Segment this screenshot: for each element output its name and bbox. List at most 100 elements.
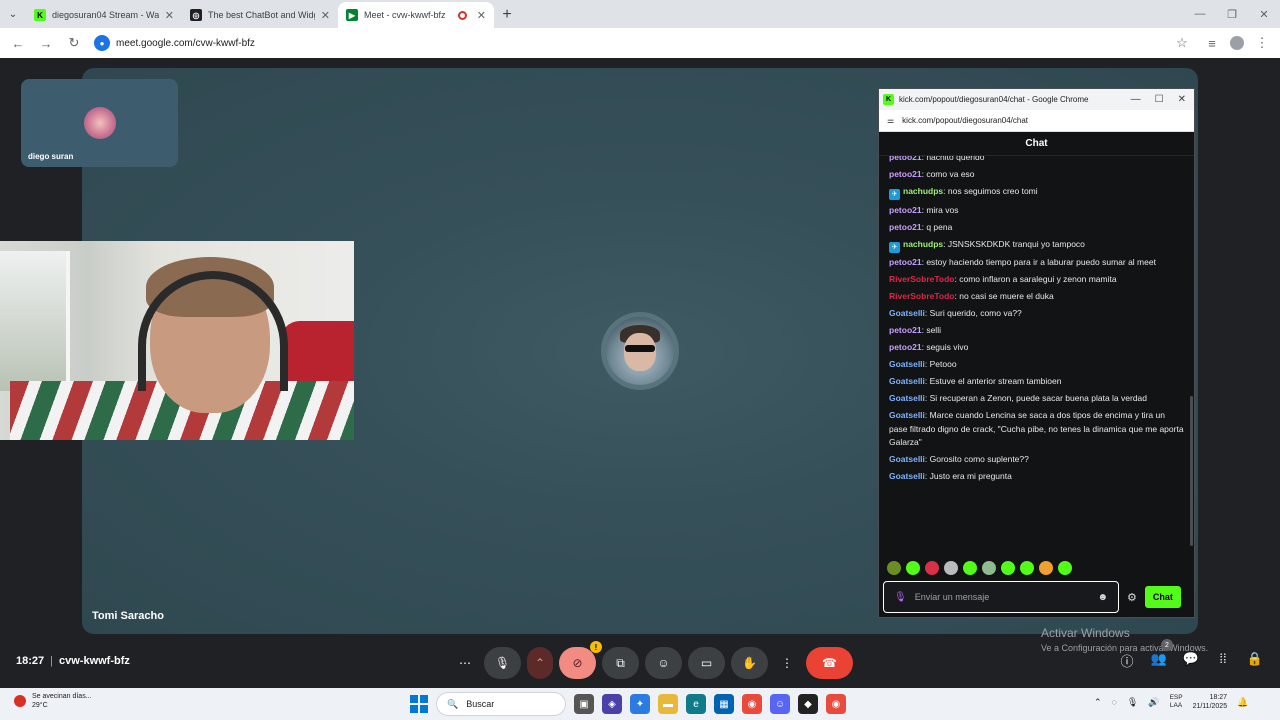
- minimize-icon[interactable]: —: [1131, 94, 1141, 105]
- restore-icon[interactable]: ❐: [1216, 8, 1248, 21]
- chat-settings-gear-icon[interactable]: ⚙: [1127, 591, 1137, 604]
- taskbar-search[interactable]: 🔍 Buscar: [436, 692, 566, 716]
- chat-username[interactable]: petoo21: [889, 222, 922, 232]
- chat-message-input[interactable]: 🎙 Enviar un mensaje ☻: [883, 581, 1119, 613]
- app-icon[interactable]: ◆: [798, 694, 818, 714]
- chat-message-list: petoo21: nachito querido petoo21: como va…: [879, 156, 1194, 559]
- emote-icon[interactable]: [1001, 561, 1015, 575]
- chat-username[interactable]: petoo21: [889, 205, 922, 215]
- emote-icon[interactable]: [944, 561, 958, 575]
- chat-username[interactable]: petoo21: [889, 156, 922, 162]
- emote-icon[interactable]: [925, 561, 939, 575]
- notifications-bell-icon[interactable]: 🔔: [1237, 697, 1248, 708]
- chat-username[interactable]: nachudps: [903, 186, 943, 196]
- visual-studio-icon[interactable]: ◈: [602, 694, 622, 714]
- chat-username[interactable]: Goatselli: [889, 308, 925, 318]
- emote-icon[interactable]: [982, 561, 996, 575]
- chat-username[interactable]: petoo21: [889, 169, 922, 179]
- tab-close-icon[interactable]: ✕: [321, 9, 330, 22]
- minimize-icon[interactable]: —: [1184, 8, 1216, 20]
- chat-username[interactable]: Goatselli: [889, 359, 925, 369]
- copilot-icon[interactable]: ✦: [630, 694, 650, 714]
- weather-widget[interactable]: Se avecinan días... 29°C: [14, 692, 92, 710]
- microphone-button[interactable]: 🎙: [484, 647, 521, 679]
- meeting-details-icon[interactable]: ⓘ: [1118, 651, 1136, 670]
- file-explorer-icon[interactable]: ▬: [658, 694, 678, 714]
- captions-button[interactable]: ▭: [688, 647, 725, 679]
- send-chat-button[interactable]: Chat: [1144, 586, 1181, 608]
- chat-username[interactable]: Goatselli: [889, 471, 925, 481]
- chat-username[interactable]: RiverSobreTodo: [889, 274, 955, 284]
- chat-username[interactable]: Goatselli: [889, 454, 925, 464]
- emote-icon[interactable]: [906, 561, 920, 575]
- tab-chatbot[interactable]: ◎ The best ChatBot and Widgets ✕: [182, 2, 338, 28]
- emote-icon[interactable]: [887, 561, 901, 575]
- tab-search-chevron-icon[interactable]: ⌄: [0, 0, 26, 28]
- chrome-active-icon[interactable]: ◉: [826, 694, 846, 714]
- more-audio-options-icon[interactable]: ⋯: [452, 647, 478, 679]
- chat-icon[interactable]: 💬: [1182, 651, 1200, 670]
- tab-meet[interactable]: ▶ Meet - cvw-kwwf-bfz ✕: [338, 2, 494, 28]
- mic-tray-icon[interactable]: 🎙: [1127, 697, 1138, 708]
- present-screen-button[interactable]: ⧉: [602, 647, 639, 679]
- profile-avatar[interactable]: [1230, 36, 1244, 50]
- network-icon[interactable]: ◌: [1112, 697, 1117, 707]
- activities-icon[interactable]: ⁞⁞: [1214, 651, 1232, 670]
- site-settings-icon[interactable]: ⚌: [887, 116, 894, 125]
- chat-username[interactable]: petoo21: [889, 325, 922, 335]
- video-options-chevron-icon[interactable]: ⌃: [527, 647, 553, 679]
- chat-username[interactable]: RiverSobreTodo: [889, 291, 955, 301]
- people-icon[interactable]: 👥: [1150, 651, 1168, 670]
- windows-start-icon[interactable]: [410, 695, 428, 713]
- tray-overflow-icon[interactable]: ⌃: [1094, 697, 1102, 708]
- reload-icon[interactable]: ↻: [62, 31, 86, 55]
- reactions-button[interactable]: ☺: [645, 647, 682, 679]
- chat-scrollbar[interactable]: [1190, 396, 1193, 546]
- site-info-icon[interactable]: ●: [94, 35, 110, 51]
- chat-username[interactable]: petoo21: [889, 257, 922, 267]
- emote-icon[interactable]: [1020, 561, 1034, 575]
- back-icon[interactable]: ←: [6, 31, 30, 55]
- emote-icon[interactable]: [1058, 561, 1072, 575]
- task-view-icon[interactable]: ▣: [574, 694, 594, 714]
- tab-close-icon[interactable]: ✕: [165, 9, 174, 22]
- browser-menu-icon[interactable]: ⋮: [1250, 31, 1274, 55]
- bookmark-star-icon[interactable]: ☆: [1170, 31, 1194, 55]
- chrome-icon[interactable]: ◉: [742, 694, 762, 714]
- tab-kick-stream[interactable]: K diegosuran04 Stream - Watch L ✕: [26, 2, 182, 28]
- host-controls-icon[interactable]: 🔒: [1246, 651, 1264, 670]
- tab-close-icon[interactable]: ✕: [477, 9, 486, 22]
- close-window-icon[interactable]: ✕: [1178, 94, 1186, 105]
- store-icon[interactable]: ▦: [714, 694, 734, 714]
- url-field[interactable]: ● meet.google.com/cvw-kwwf-bfz: [94, 32, 1166, 54]
- camera-off-button[interactable]: ⊘ !: [559, 641, 602, 679]
- media-controls-icon[interactable]: ≡: [1200, 31, 1224, 55]
- language-indicator[interactable]: ESP LAA: [1170, 694, 1183, 710]
- new-tab-button[interactable]: +: [494, 2, 520, 28]
- subscriber-badge-icon: ✈: [889, 241, 900, 253]
- maximize-icon[interactable]: ☐: [1155, 94, 1164, 105]
- microphone-icon[interactable]: 🎙: [894, 592, 907, 603]
- chat-text: mira vos: [926, 204, 959, 215]
- popout-titlebar[interactable]: K kick.com/popout/diegosuran04/chat - Go…: [879, 89, 1194, 110]
- edge-icon[interactable]: e: [686, 694, 706, 714]
- warning-badge: !: [590, 641, 602, 653]
- chat-username[interactable]: Goatselli: [889, 410, 925, 420]
- chat-text: no casi se muere el duka: [959, 291, 1054, 301]
- taskbar-clock[interactable]: 18:27 21/11/2025: [1193, 693, 1228, 711]
- emoji-icon[interactable]: ☻: [1097, 592, 1108, 603]
- leave-call-button[interactable]: ☎: [806, 647, 853, 679]
- forward-icon[interactable]: →: [34, 31, 58, 55]
- emote-icon[interactable]: [1039, 561, 1053, 575]
- discord-icon[interactable]: ☺: [770, 694, 790, 714]
- close-window-icon[interactable]: ✕: [1248, 8, 1280, 21]
- raise-hand-button[interactable]: ✋: [731, 647, 768, 679]
- self-tile[interactable]: diego suran: [21, 79, 178, 167]
- chat-username[interactable]: nachudps: [903, 239, 943, 249]
- chat-username[interactable]: Goatselli: [889, 393, 925, 403]
- emote-icon[interactable]: [963, 561, 977, 575]
- chat-username[interactable]: petoo21: [889, 342, 922, 352]
- volume-icon[interactable]: 🔊: [1148, 697, 1159, 708]
- more-options-button[interactable]: ⋮: [774, 647, 800, 679]
- chat-username[interactable]: Goatselli: [889, 376, 925, 386]
